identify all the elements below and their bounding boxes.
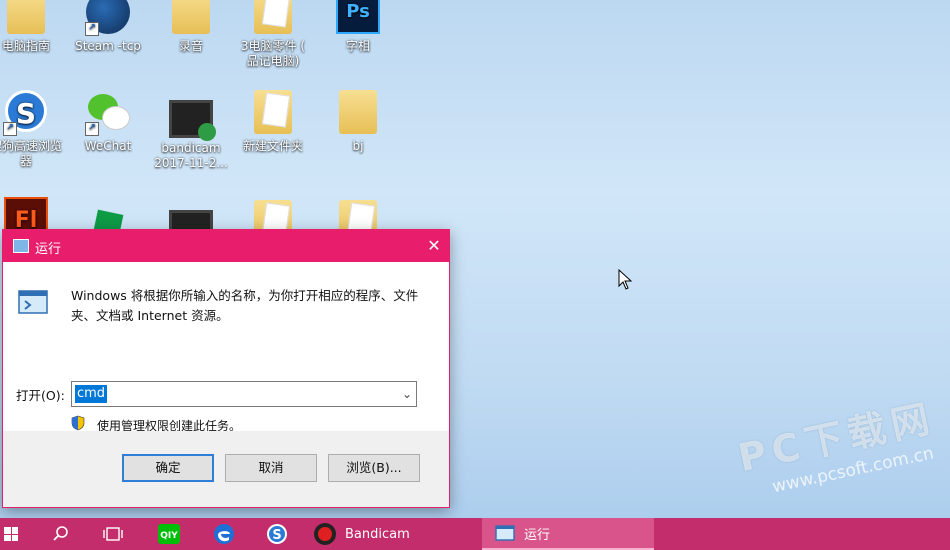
desktop-icon-steam-tcp[interactable]: ↗ Steam -tcp: [68, 0, 148, 54]
taskbar: QIY S Bandicam 运行: [0, 518, 950, 550]
run-window-icon: [495, 525, 515, 541]
dialog-title: 运行: [35, 242, 62, 257]
run-app-icon: [18, 290, 48, 314]
open-combobox[interactable]: cmd ⌄: [71, 381, 417, 407]
shortcut-arrow-icon: ↗: [85, 122, 99, 136]
folder-icon: [339, 90, 377, 134]
desktop-icon-new-folder[interactable]: 新建文件夹: [233, 90, 313, 154]
desktop-icon-pc-guide[interactable]: 电脑指南: [0, 0, 66, 54]
task-view-button[interactable]: [102, 518, 128, 550]
iqiyi-app-button[interactable]: QIY: [157, 518, 183, 550]
folder-icon: [172, 0, 210, 34]
sogou-browser-icon: S: [267, 524, 287, 544]
ok-button[interactable]: 确定: [122, 454, 214, 482]
search-button[interactable]: [52, 518, 78, 550]
desktop-icon-bj[interactable]: bj: [318, 90, 398, 154]
run-taskbar-label: 运行: [524, 527, 551, 543]
mouse-cursor-icon: [618, 269, 633, 290]
shortcut-arrow-icon: ↗: [85, 22, 99, 36]
photoshop-icon: Ps: [336, 0, 380, 34]
folder-icon: [7, 0, 45, 34]
bandicam-label: Bandicam: [345, 526, 410, 542]
svg-text:S: S: [272, 528, 281, 543]
open-input-value[interactable]: cmd: [75, 385, 108, 403]
shortcut-arrow-icon: ↗: [3, 122, 17, 136]
desktop-icon-sogou-browser[interactable]: S↗ 搜狗高速浏览 器: [0, 90, 66, 169]
svg-text:QIY: QIY: [160, 531, 178, 541]
run-taskbar-button[interactable]: 运行: [482, 518, 654, 550]
close-button[interactable]: ✕: [419, 230, 449, 262]
desktop-icon-pc-parts[interactable]: 3电脑零件 ( 品记电脑): [233, 0, 313, 69]
folder-icon: [254, 90, 292, 134]
edge-browser-icon: [214, 524, 234, 544]
bandicam-icon: [314, 523, 336, 545]
dialog-title-bar[interactable]: 运行 ✕: [3, 230, 449, 262]
open-label: 打开(O):: [16, 388, 65, 403]
desktop-icon-luyin[interactable]: 录音: [151, 0, 231, 54]
video-file-icon: [169, 100, 216, 141]
run-dialog: 运行 ✕ Windows 将根据你所输入的名称，为你打开相应的程序、文件夹、文档…: [2, 229, 450, 508]
dialog-description: Windows 将根据你所输入的名称，为你打开相应的程序、文件夹、文档或 Int…: [71, 288, 419, 323]
dialog-footer: 确定 取消 浏览(B)...: [3, 431, 449, 507]
desktop-icon-wechat[interactable]: ↗ WeChat: [68, 90, 148, 154]
iqiyi-icon: QIY: [158, 524, 180, 544]
browse-button[interactable]: 浏览(B)...: [328, 454, 420, 482]
cancel-button[interactable]: 取消: [225, 454, 317, 482]
edge-browser-button[interactable]: [212, 518, 238, 550]
sogou-taskbar-button[interactable]: S: [265, 518, 291, 550]
document-icon: [254, 0, 292, 34]
watermark: PC下载网 www.pcsoft.com.cn: [735, 396, 940, 498]
desktop-icon-photoshop[interactable]: Ps 字相: [318, 0, 398, 54]
windows-logo-icon: [4, 527, 18, 541]
start-button[interactable]: [0, 518, 26, 550]
chevron-down-icon[interactable]: ⌄: [402, 387, 412, 401]
desktop-icon-bandicam-video[interactable]: bandicam 2017-11-2...: [151, 100, 231, 171]
bandicam-taskbar-button[interactable]: Bandicam: [313, 518, 473, 550]
task-view-icon: [103, 527, 123, 541]
search-icon: [53, 526, 68, 541]
dialog-body: Windows 将根据你所输入的名称，为你打开相应的程序、文件夹、文档或 Int…: [3, 262, 449, 433]
run-window-icon: [13, 239, 29, 253]
